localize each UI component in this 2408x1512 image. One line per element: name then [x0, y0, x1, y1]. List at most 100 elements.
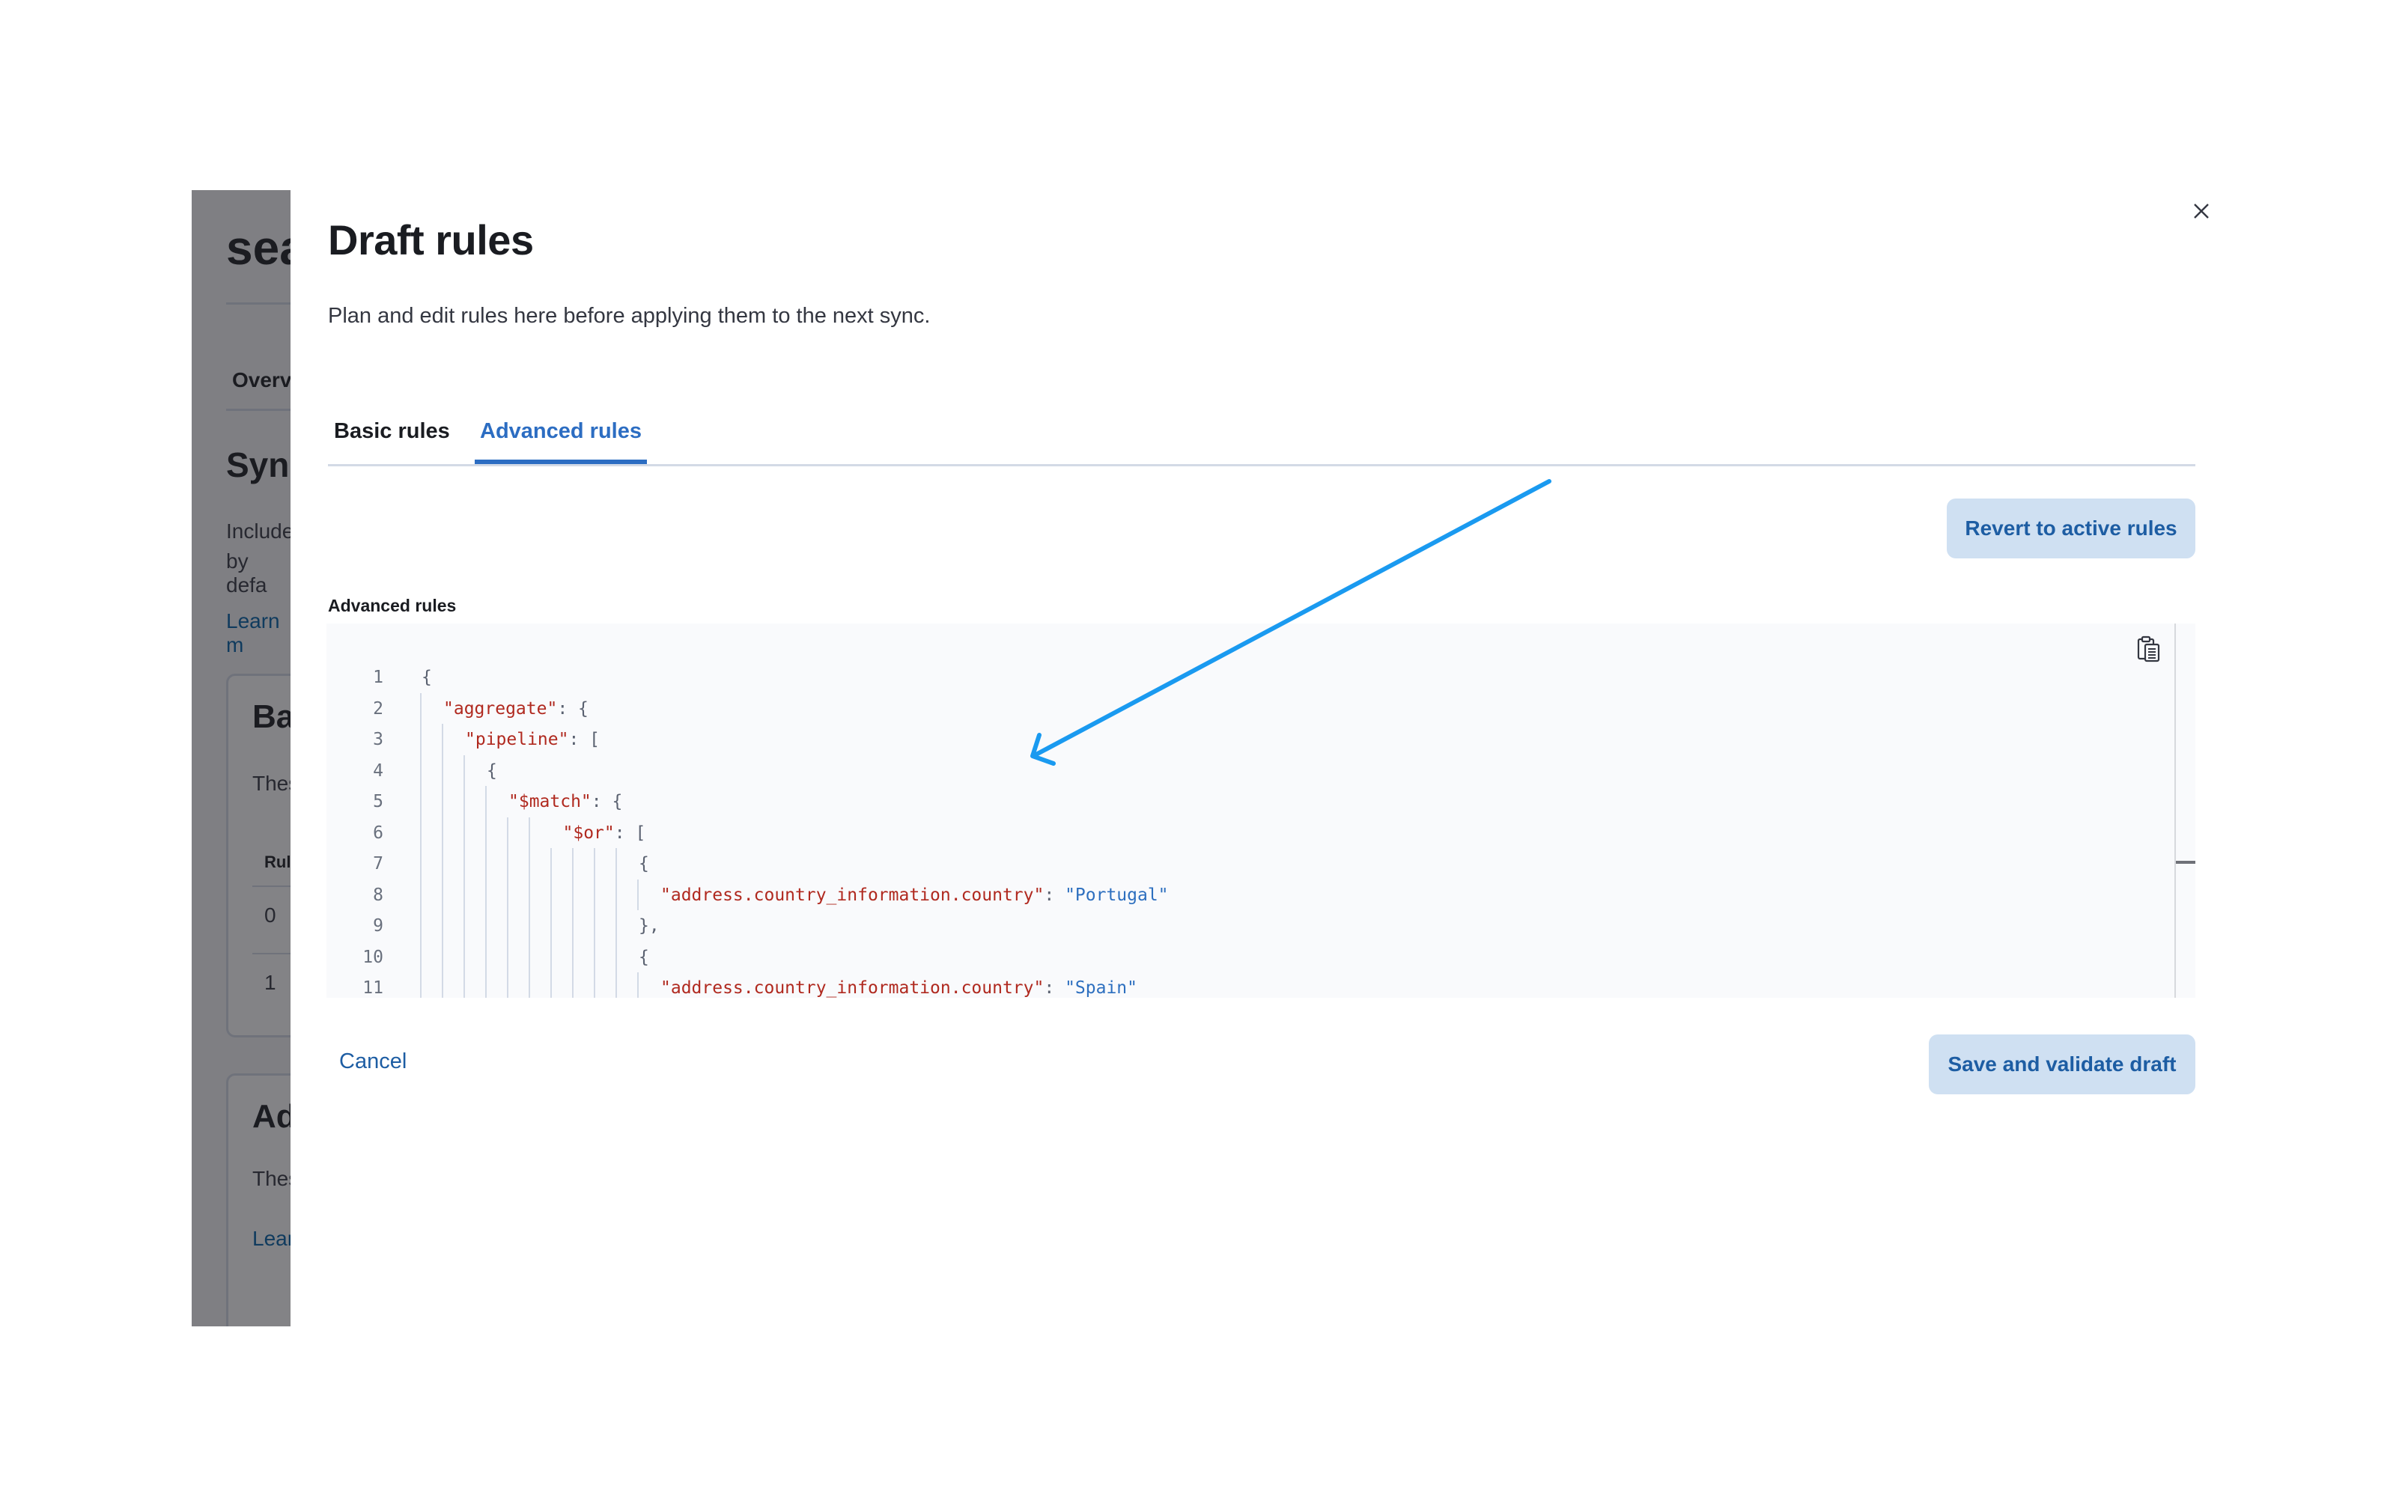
- indent-guide: [529, 972, 530, 998]
- code-line: 10 {: [326, 942, 2168, 973]
- json-string: "Spain": [1065, 978, 1137, 998]
- indent-guide: [572, 941, 574, 972]
- indent-guide: [420, 941, 422, 972]
- code-line: 11 "address.country_information.country":…: [326, 972, 2168, 998]
- close-button[interactable]: [2188, 198, 2215, 225]
- code-text: },: [639, 910, 660, 942]
- json-punctuation: : {: [557, 698, 589, 719]
- indent-guide: [463, 786, 465, 817]
- indent-guide: [442, 972, 443, 998]
- indent-guide: [594, 941, 595, 972]
- indent-guide: [529, 941, 530, 972]
- code-line: 7{: [326, 848, 2168, 880]
- code-text: "address.country_information.country": "…: [660, 880, 1169, 911]
- indent-guide: [550, 879, 552, 910]
- json-key: "$or": [562, 823, 615, 843]
- indent-guide: [507, 879, 508, 910]
- indent-guide: [442, 879, 443, 910]
- line-number: 1: [373, 668, 383, 687]
- indent-guide: [615, 879, 617, 910]
- line-number: 3: [373, 730, 383, 749]
- indent-guide: [615, 848, 617, 880]
- revert-to-active-rules-button[interactable]: Revert to active rules: [1947, 499, 2195, 558]
- indent-guide: [463, 755, 465, 786]
- code-line: 4{: [326, 755, 2168, 787]
- modal-overlay[interactable]: [192, 190, 291, 1326]
- indent-guide: [420, 724, 422, 755]
- indent-guide: [420, 817, 422, 848]
- json-key: "address.country_information.country": [660, 978, 1045, 998]
- indent-guide: [463, 879, 465, 910]
- indent-guide: [529, 879, 530, 910]
- clipboard-icon[interactable]: [2137, 635, 2161, 662]
- indent-guide: [485, 941, 487, 972]
- indent-guide: [463, 817, 465, 848]
- line-number: 6: [373, 823, 383, 843]
- indent-guide: [529, 910, 530, 942]
- rules-tabs: Basic rules Advanced rules: [328, 404, 2195, 466]
- indent-guide: [615, 972, 617, 998]
- indent-guide: [485, 848, 487, 880]
- code-text: "pipeline": [: [465, 724, 600, 755]
- indent-guide: [507, 817, 508, 848]
- tab-advanced-rules[interactable]: Advanced rules: [475, 419, 647, 464]
- indent-guide: [442, 848, 443, 880]
- code-line: 9},: [326, 910, 2168, 942]
- indent-guide: [594, 910, 595, 942]
- indent-guide: [420, 692, 422, 724]
- indent-guide: [507, 941, 508, 972]
- indent-guide: [550, 941, 552, 972]
- json-punctuation: :: [1044, 885, 1065, 905]
- code-line: 8 "address.country_information.country": …: [326, 880, 2168, 911]
- json-string: "Portugal": [1065, 885, 1169, 905]
- indent-guide: [550, 848, 552, 880]
- json-key: "address.country_information.country": [660, 885, 1045, 905]
- indent-guide: [572, 848, 574, 880]
- indent-guide: [550, 972, 552, 998]
- indent-guide: [572, 972, 574, 998]
- indent-guide: [615, 910, 617, 942]
- json-punctuation: {: [639, 854, 649, 874]
- indent-guide: [485, 910, 487, 942]
- advanced-rules-label: Advanced rules: [328, 596, 457, 615]
- json-key: "aggregate": [443, 698, 558, 719]
- editor-scrollbar-track[interactable]: [2174, 624, 2176, 998]
- line-number: 4: [373, 760, 383, 781]
- editor-scroll-marker[interactable]: [2176, 861, 2195, 864]
- indent-guide: [463, 972, 465, 998]
- json-punctuation: {: [487, 760, 497, 781]
- indent-guide: [507, 848, 508, 880]
- indent-guide: [442, 724, 443, 755]
- indent-guide: [637, 879, 639, 910]
- indent-guide: [485, 786, 487, 817]
- indent-guide: [442, 910, 443, 942]
- indent-guide: [594, 848, 595, 880]
- code-editor[interactable]: 1{2 "aggregate": {3 "pipeline": [4{5 "$matc…: [326, 624, 2195, 998]
- code-text: {: [422, 662, 432, 693]
- indent-guide: [420, 879, 422, 910]
- indent-guide: [637, 972, 639, 998]
- code-text: {: [487, 755, 497, 787]
- indent-guide: [442, 786, 443, 817]
- indent-guide: [442, 941, 443, 972]
- code-text: {: [639, 942, 649, 973]
- code-line: 2 "aggregate": {: [326, 693, 2168, 725]
- indent-guide: [442, 817, 443, 848]
- json-punctuation: :: [1044, 978, 1065, 998]
- code-line: 1{: [326, 662, 2168, 693]
- indent-guide: [420, 910, 422, 942]
- cancel-button[interactable]: Cancel: [339, 1049, 407, 1074]
- code-text: "address.country_information.country": "…: [660, 972, 1137, 998]
- indent-guide: [529, 817, 530, 848]
- indent-guide: [463, 941, 465, 972]
- indent-guide: [485, 879, 487, 910]
- indent-guide: [420, 848, 422, 880]
- flyout-description: Plan and edit rules here before applying…: [328, 304, 931, 328]
- line-number: 9: [373, 916, 383, 936]
- tab-basic-rules[interactable]: Basic rules: [334, 419, 450, 462]
- json-punctuation: {: [639, 947, 649, 967]
- code-line: 3 "pipeline": [: [326, 724, 2168, 755]
- save-and-validate-draft-button[interactable]: Save and validate draft: [1929, 1034, 2195, 1094]
- code-text: "$match": {: [508, 786, 622, 817]
- indent-guide: [507, 910, 508, 942]
